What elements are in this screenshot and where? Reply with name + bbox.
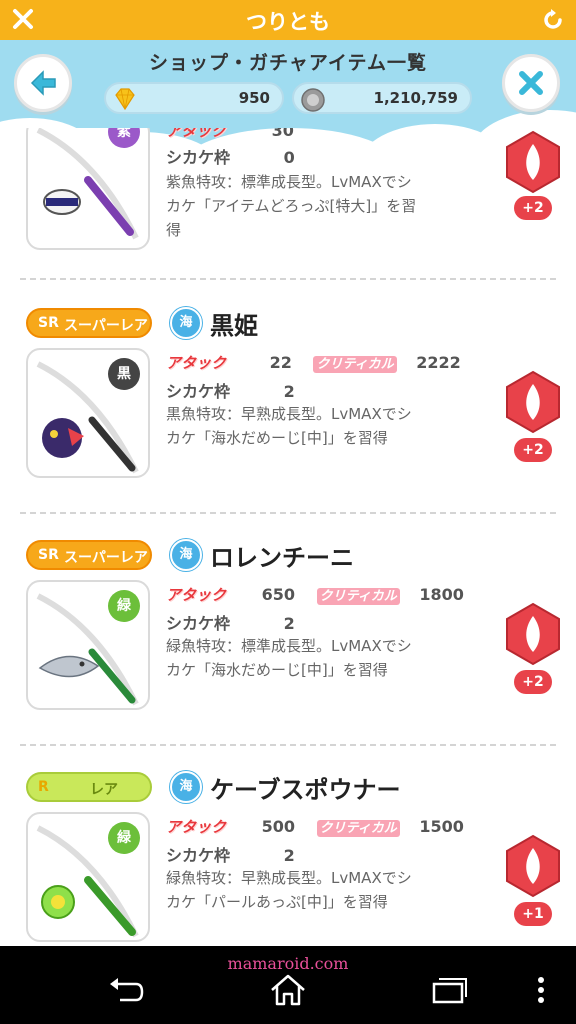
power-up-count: +2	[514, 670, 552, 694]
item-description: 紫魚特攻：標準成長型。LvMAXでシ カケ「アイテムどろっぷ[特大]」を習 得	[166, 173, 417, 239]
item-description: 緑魚特攻：標準成長型。LvMAXでシ カケ「海水だめーじ[中]」を習得	[166, 637, 412, 679]
power-up-hex-icon[interactable]	[504, 130, 562, 194]
sea-badge: 海	[170, 307, 202, 339]
rod-thumbnail: 緑	[26, 812, 150, 942]
attack-stat: アタック 22 クリティカル 2222	[166, 353, 461, 373]
power-up-count: +1	[514, 902, 552, 926]
app-title: つりとも	[246, 10, 330, 34]
power-up-hex-icon[interactable]	[504, 834, 562, 898]
power-up-hex-icon[interactable]	[504, 602, 562, 666]
recent-apps-icon[interactable]	[428, 972, 468, 1008]
fish-color-badge: 緑	[108, 590, 140, 622]
rarity-badge: R レア	[26, 772, 152, 802]
close-icon	[519, 71, 543, 95]
divider	[20, 744, 556, 746]
list-item[interactable]: SR スーパーレア 海 黒姫 黒 アタック 22 クリティカル 2222 シカケ…	[0, 307, 576, 540]
arrow-left-icon	[30, 70, 56, 96]
shikake-stat: シカケ枠 2	[166, 382, 295, 401]
item-list[interactable]: 紫 アタック 30 シカケ枠 0 紫魚特攻：標準成長型。LvMAXでシ カケ「ア…	[0, 128, 576, 946]
rod-thumbnail: 緑	[26, 580, 150, 710]
page-title: ショップ・ガチャアイテム一覧	[149, 52, 427, 74]
coin-counter: 1,210,759	[292, 82, 472, 114]
back-nav-icon[interactable]	[106, 972, 146, 1008]
rod-thumbnail: 黒	[26, 348, 150, 478]
power-up-hex-icon[interactable]	[504, 370, 562, 434]
title-bar: つりとも	[0, 0, 576, 40]
close-button[interactable]	[502, 54, 560, 112]
item-name: ケーブスポウナー	[210, 776, 401, 804]
watermark: mamaroid.com	[227, 954, 349, 973]
more-options-icon[interactable]	[526, 972, 556, 1008]
list-item[interactable]: SR スーパーレア 海 ロレンチーニ 緑 アタック 650 クリティカル 180…	[0, 539, 576, 772]
item-description: 黒魚特攻：早熟成長型。LvMAXでシ カケ「海水だめーじ[中]」を習得	[166, 405, 412, 447]
power-up-count: +2	[514, 438, 552, 462]
divider	[20, 512, 556, 514]
gem-icon	[115, 88, 135, 111]
coin-icon	[301, 88, 325, 112]
fish-color-badge: 黒	[108, 358, 140, 390]
sea-badge: 海	[170, 771, 202, 803]
attack-stat: アタック 500 クリティカル 1500	[166, 817, 464, 837]
system-nav-bar: mamaroid.com	[0, 946, 576, 1024]
attack-stat: アタック 30	[166, 128, 294, 140]
gem-counter: 950	[104, 82, 284, 114]
rarity-badge: SR スーパーレア	[26, 540, 152, 570]
item-description: 緑魚特攻：早熟成長型。LvMAXでシ カケ「パールあっぷ[中]」を習得	[166, 869, 412, 911]
sea-badge: 海	[170, 539, 202, 571]
shikake-stat: シカケ枠 0	[166, 148, 295, 167]
divider	[20, 278, 556, 280]
gem-count: 950	[238, 89, 270, 107]
refresh-icon[interactable]	[540, 7, 566, 33]
home-nav-icon[interactable]	[268, 972, 308, 1008]
fish-color-badge: 緑	[108, 822, 140, 854]
power-up-count: +2	[514, 196, 552, 220]
rod-thumbnail: 紫	[26, 128, 150, 250]
attack-stat: アタック 650 クリティカル 1800	[166, 585, 464, 605]
shikake-stat: シカケ枠 2	[166, 614, 295, 633]
item-name: 黒姫	[210, 312, 258, 340]
coin-count: 1,210,759	[373, 89, 458, 107]
back-button[interactable]	[14, 54, 72, 112]
shikake-stat: シカケ枠 2	[166, 846, 295, 865]
item-name: ロレンチーニ	[210, 544, 354, 572]
rarity-badge: SR スーパーレア	[26, 308, 152, 338]
list-item[interactable]: R レア 海 ケーブスポウナー 緑 アタック 500 クリティカル 1500 シ…	[0, 771, 576, 946]
